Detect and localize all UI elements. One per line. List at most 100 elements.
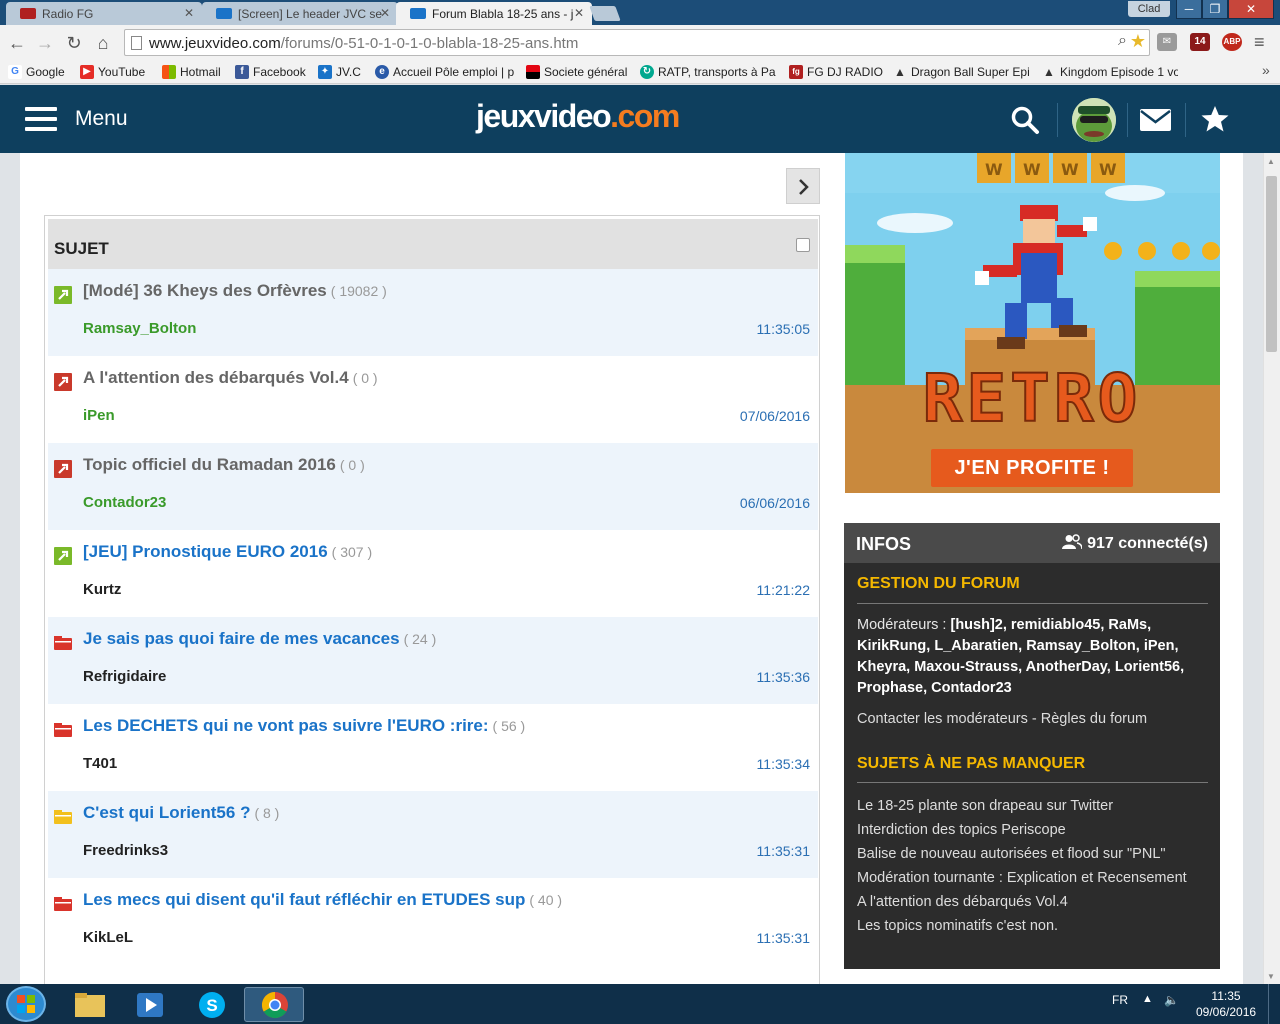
system-clock[interactable]: 11:35 09/06/2016 — [1196, 988, 1256, 1020]
must-read-link[interactable]: A l'attention des débarqués Vol.4 — [857, 894, 1211, 910]
topic-title-link[interactable]: Les DECHETS qui ne vont pas suivre l'EUR… — [83, 716, 525, 736]
topic-row[interactable]: [Modé] 36 Kheys des Orfèvres( 19082 ) Ram… — [48, 269, 818, 356]
taskbar-skype[interactable]: S — [182, 987, 242, 1022]
topic-author-link[interactable]: Refrigidaire — [83, 668, 166, 685]
bookmark-kingdom[interactable]: ▲ Kingdom Episode 1 vo — [1042, 63, 1178, 81]
topic-author-link[interactable]: KikLeL — [83, 929, 133, 946]
user-avatar[interactable] — [1072, 98, 1116, 142]
contact-moderators-link[interactable]: Contacter les modérateurs - Règles du fo… — [857, 711, 1147, 727]
topic-title-link[interactable]: Les mecs qui disent qu'il faut réfléchir… — [83, 890, 562, 910]
topic-author-link[interactable]: Contador23 — [83, 494, 166, 511]
topic-title-link[interactable]: C'est qui Lorient56 ?( 8 ) — [83, 803, 279, 823]
more-bookmarks-icon[interactable]: » — [1262, 62, 1270, 78]
topic-row[interactable]: Les mecs qui disent qu'il faut réfléchir… — [48, 878, 818, 965]
topic-last-post-time[interactable]: 11:35:36 — [757, 669, 810, 685]
anime-site-icon: ▲ — [1043, 65, 1055, 79]
taskbar-explorer[interactable] — [60, 987, 120, 1022]
close-tab-icon[interactable]: ✕ — [574, 6, 584, 20]
profile-name[interactable]: Clad — [1128, 1, 1170, 17]
retro-advertisement[interactable]: W W W W RETRO J'EN PROFITE ! — [845, 153, 1220, 493]
topic-last-post-time[interactable]: 11:35:31 — [757, 930, 810, 946]
search-icon[interactable] — [1010, 105, 1040, 135]
topic-author-link[interactable]: T401 — [83, 755, 117, 772]
chrome-menu-icon[interactable]: ≡ — [1254, 32, 1265, 53]
taskbar-chrome[interactable] — [244, 987, 304, 1022]
topic-author-link[interactable]: Kurtz — [83, 581, 121, 598]
topic-title-link[interactable]: [JEU] Pronostique EURO 2016( 307 ) — [83, 542, 372, 562]
scroll-up-arrow-icon[interactable]: ▲ — [1267, 157, 1275, 166]
url-text[interactable]: www.jeuxvideo.com/forums/0-51-0-1-0-1-0-… — [149, 35, 578, 52]
adblock-extension-icon[interactable]: ABP — [1222, 33, 1242, 51]
topic-author-link[interactable]: iPen — [83, 407, 115, 424]
must-read-link[interactable]: Interdiction des topics Periscope — [857, 822, 1211, 838]
bookmark-google[interactable]: G Google — [8, 63, 72, 81]
topic-row[interactable]: C'est qui Lorient56 ?( 8 ) Freedrinks3 11:… — [48, 791, 818, 878]
browser-tab-forum-blabla[interactable]: Forum Blabla 18-25 ans - j ✕ — [396, 2, 592, 25]
bookmark-fg-dj-radio[interactable]: fg FG DJ RADIO — [789, 63, 883, 81]
bookmark-facebook[interactable]: f Facebook — [235, 63, 313, 81]
taskbar-media-player[interactable] — [120, 987, 180, 1022]
language-indicator[interactable]: FR — [1112, 993, 1128, 1007]
forward-arrow-icon[interactable]: → — [34, 32, 56, 54]
topic-title-link[interactable]: Je sais pas quoi faire de mes vacances( … — [83, 629, 436, 649]
must-read-link[interactable]: Les topics nominatifs c'est non. — [857, 918, 1211, 934]
volume-icon[interactable]: 🔈 — [1164, 993, 1179, 1007]
topic-last-post-time[interactable]: 11:35:34 — [757, 756, 810, 772]
topic-author-link[interactable]: Freedrinks3 — [83, 842, 168, 859]
menu-label[interactable]: Menu — [75, 107, 128, 131]
bookmark-hotmail[interactable]: Hotmail — [162, 63, 228, 81]
pepe-avatar-icon — [1072, 98, 1116, 142]
topic-title-link[interactable]: Topic officiel du Ramadan 2016( 0 ) — [83, 455, 365, 475]
topic-last-post-time[interactable]: 11:35:31 — [757, 843, 810, 859]
close-tab-icon[interactable]: ✕ — [184, 6, 194, 20]
show-desktop-button[interactable] — [1268, 984, 1280, 1024]
bookmark-ratp[interactable]: ↻ RATP, transports à Par — [640, 63, 776, 81]
bookmark-jvc[interactable]: ✦ JV.C — [318, 63, 368, 81]
site-logo[interactable]: jeuxvideo.com — [476, 98, 680, 135]
must-read-link[interactable]: Le 18-25 plante son drapeau sur Twitter — [857, 798, 1211, 814]
topic-row[interactable]: [JEU] Pronostique EURO 2016( 307 ) Kurtz 1… — [48, 530, 818, 617]
close-tab-icon[interactable]: ✕ — [380, 6, 390, 20]
bookmark-star-icon[interactable]: ★ — [1130, 31, 1146, 52]
bookmark-dragon-ball[interactable]: ▲ Dragon Ball Super Epi — [893, 63, 1029, 81]
zoom-icon[interactable]: ⌕ — [1118, 32, 1127, 50]
home-icon[interactable]: ⌂ — [92, 32, 114, 54]
new-tab-button[interactable] — [589, 6, 621, 21]
topic-last-post-time[interactable]: 11:35:05 — [757, 321, 810, 337]
browser-tab-radio-fg[interactable]: Radio FG ✕ — [6, 2, 202, 25]
close-window-button[interactable]: ✕ — [1228, 0, 1274, 19]
topic-row[interactable]: Je sais pas quoi faire de mes vacances( … — [48, 617, 818, 704]
gmail-extension-icon[interactable]: ✉ — [1157, 33, 1177, 51]
must-read-link[interactable]: Balise de nouveau autorisées et flood su… — [857, 846, 1211, 862]
scroll-down-arrow-icon[interactable]: ▼ — [1267, 972, 1275, 981]
address-bar[interactable]: www.jeuxvideo.com/forums/0-51-0-1-0-1-0-… — [124, 29, 1150, 56]
topic-row[interactable]: Les DECHETS qui ne vont pas suivre l'EUR… — [48, 704, 818, 791]
ad-cta-button[interactable]: J'EN PROFITE ! — [931, 449, 1133, 487]
ublock-extension-icon[interactable]: 14 — [1190, 33, 1210, 51]
topic-last-post-time[interactable]: 11:21:22 — [757, 582, 810, 598]
must-read-link[interactable]: Modération tournante : Explication et Re… — [857, 870, 1211, 886]
tray-expand-icon[interactable]: ▲ — [1142, 993, 1153, 1005]
start-button[interactable] — [6, 986, 46, 1022]
favorites-star-icon[interactable] — [1200, 104, 1230, 134]
topic-title-link[interactable]: A l'attention des débarqués Vol.4( 0 ) — [83, 368, 378, 388]
back-arrow-icon[interactable]: ← — [6, 32, 28, 54]
topic-last-post-time[interactable]: 06/06/2016 — [740, 495, 810, 511]
mail-icon[interactable] — [1140, 109, 1171, 131]
topic-title-link[interactable]: [Modé] 36 Kheys des Orfèvres( 19082 ) — [83, 281, 387, 301]
topic-last-post-time[interactable]: 07/06/2016 — [740, 408, 810, 424]
browser-tab-screen-header[interactable]: [Screen] Le header JVC se ✕ — [202, 2, 398, 25]
select-all-checkbox[interactable] — [796, 238, 810, 252]
bookmark-societe-generale[interactable]: Societe général — [526, 63, 630, 81]
minimize-window-button[interactable]: ─ — [1176, 0, 1202, 19]
hamburger-menu-icon[interactable] — [25, 107, 57, 131]
scrollbar-thumb[interactable] — [1266, 176, 1277, 352]
reload-icon[interactable]: ↻ — [63, 32, 85, 54]
topic-author-link[interactable]: Ramsay_Bolton — [83, 320, 196, 337]
next-page-button[interactable] — [786, 168, 820, 204]
bookmark-youtube[interactable]: ▶ YouTube — [80, 63, 152, 81]
topic-row[interactable]: Topic officiel du Ramadan 2016( 0 ) Conta… — [48, 443, 818, 530]
topic-row[interactable]: A l'attention des débarqués Vol.4( 0 ) iP… — [48, 356, 818, 443]
bookmark-pole-emploi[interactable]: e Accueil Pôle emploi | p — [375, 63, 515, 81]
maximize-window-button[interactable]: ❐ — [1202, 0, 1228, 19]
